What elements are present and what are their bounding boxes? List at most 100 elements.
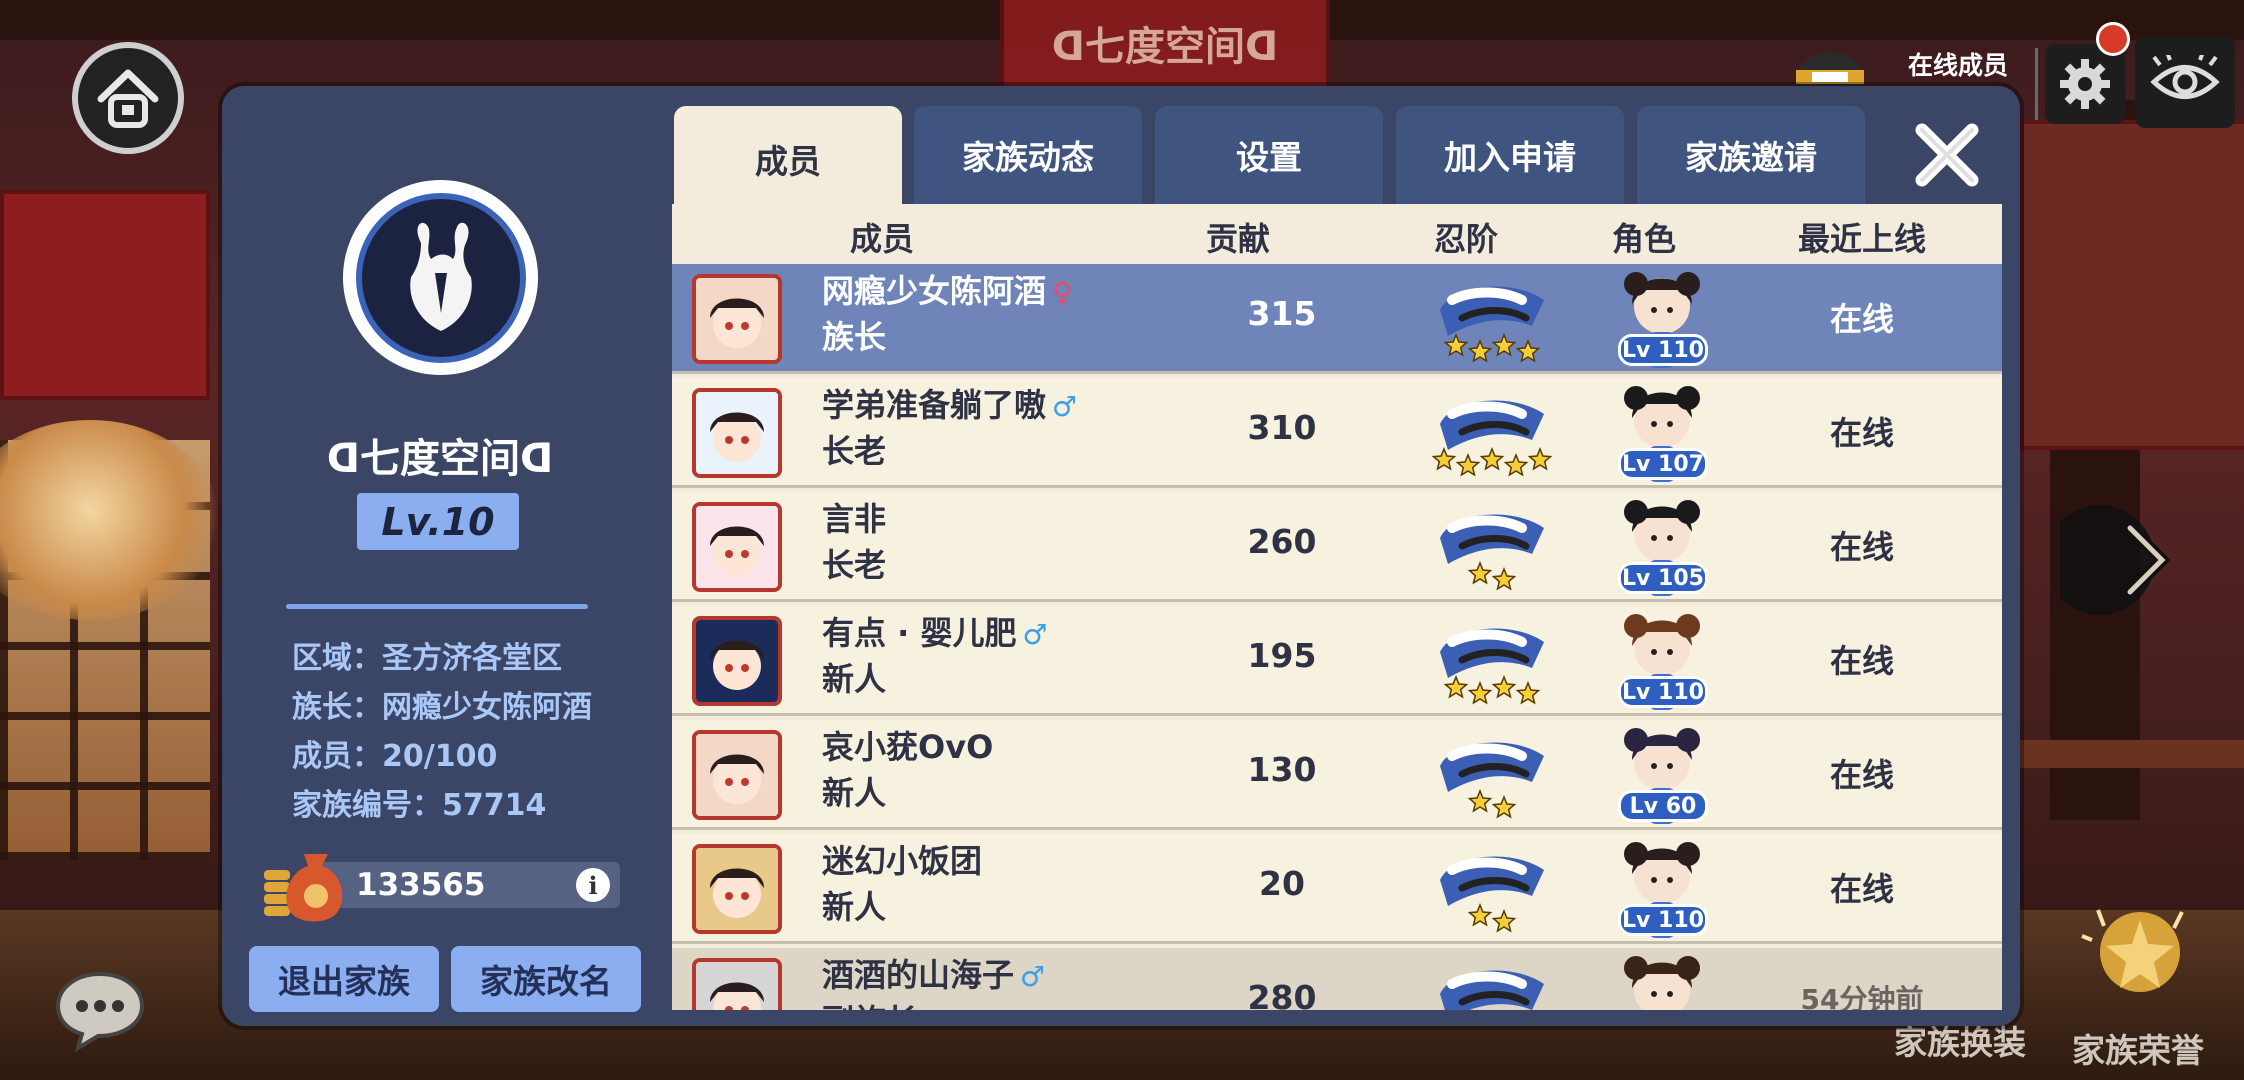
male-icon: ♂ [1022, 618, 1048, 651]
member-name: 言非 [822, 494, 886, 540]
member-contribution: 280 [1247, 978, 1317, 1010]
home-button[interactable] [72, 42, 184, 154]
member-role: 新人 [822, 888, 887, 926]
rename-clan-button[interactable]: 家族改名 [451, 946, 641, 1012]
chevron-right-icon[interactable] [2060, 500, 2180, 620]
funds-info-icon[interactable]: i [576, 868, 610, 902]
member-contribution: 260 [1247, 522, 1317, 561]
character-level-badge: Lv 110 [1618, 334, 1708, 366]
member-avatar[interactable] [692, 844, 782, 934]
rank-huanying-icon [1440, 514, 1544, 591]
member-name: 哀小莸OvO [822, 722, 993, 768]
rank-lingjie-icon [1440, 856, 1544, 933]
member-name: 酒酒的山海子 ♂ [822, 950, 1045, 996]
rank-qianmianren-icon [1431, 400, 1553, 477]
avatar-portrait-icon [696, 392, 778, 474]
avatar-portrait-icon [696, 848, 778, 930]
divider [286, 604, 588, 609]
member-online-status: 在线 [1829, 642, 1894, 680]
table-row[interactable]: 言非长老 260 Lv 105 在线 [672, 492, 2002, 602]
tab-settings[interactable]: 设置 [1155, 106, 1383, 204]
member-contribution: 310 [1247, 408, 1317, 447]
member-online-status: 在线 [1829, 756, 1894, 794]
clan-honor-label: 家族荣誉 [2072, 1031, 2204, 1070]
member-role: 副族长 [822, 996, 918, 1010]
member-contribution: 130 [1247, 750, 1317, 789]
rank-qianmianren-icon [1440, 970, 1544, 1010]
clan-funds-value: 133565 [356, 867, 486, 903]
avatar-portrait-icon [696, 620, 778, 702]
tab-members[interactable]: 成员 [674, 106, 902, 212]
avatar-portrait-icon [696, 734, 778, 816]
chat-button[interactable] [52, 968, 148, 1053]
tab-join-requests[interactable]: 加入申请 [1396, 106, 1624, 204]
column-header-character: 角色 [1612, 220, 1677, 258]
tab-clan-activity[interactable]: 家族动态 [914, 106, 1142, 204]
character-level-badge: Lv 105 [1618, 562, 1708, 594]
member-role: 族长 [822, 318, 887, 356]
clan-leader: 族长：网瘾少女陈阿酒 [292, 690, 592, 725]
member-name: 迷幻小饭团 [822, 836, 982, 882]
member-name-text: 迷幻小饭团 [822, 842, 983, 880]
table-row[interactable]: 网瘾少女陈阿酒 ♀ 族长 315 Lv 110 在线 [672, 264, 2002, 374]
clan-region: 区域：圣方济各堂区 [292, 641, 562, 676]
avatar-portrait-icon [696, 506, 778, 588]
table-row[interactable]: 有点 · 婴儿肥 ♂ 新人 195 Lv 110 在线 [672, 606, 2002, 716]
table-row[interactable]: 学弟准备躺了嗷 ♂ 长老 310 Lv 107 在线 [672, 378, 2002, 488]
house-icon [97, 69, 159, 128]
member-name-text: 学弟准备躺了嗷 [822, 386, 1047, 424]
member-name-text: 网瘾少女陈阿酒 [822, 272, 1047, 310]
member-online-status: 在线 [1829, 528, 1894, 566]
male-icon: ♂ [1052, 390, 1078, 423]
character-level-badge: Lv 110 [1618, 676, 1708, 708]
honor-trophy-icon [2081, 909, 2184, 992]
notification-dot [2096, 22, 2130, 56]
avatar-portrait-icon [696, 278, 778, 360]
column-header-member: 成员 [850, 220, 915, 258]
character-level-badge: Lv 107 [1618, 448, 1708, 480]
member-name-text: 哀小莸OvO [822, 728, 994, 766]
member-name-text: 有点 · 婴儿肥 [822, 614, 1017, 652]
settings-button[interactable] [2045, 44, 2125, 124]
online-members-label: 在线成员 [1908, 51, 2009, 80]
member-name: 有点 · 婴儿肥 ♂ [822, 608, 1048, 654]
member-role: 新人 [822, 774, 887, 812]
close-icon[interactable] [1912, 120, 1982, 190]
character-level-badge: Lv 60 [1618, 790, 1708, 822]
eye-icon [2150, 55, 2220, 99]
member-avatar[interactable] [692, 616, 782, 706]
table-row[interactable]: 迷幻小饭团 新人 20 Lv 110 在线 [672, 834, 2002, 944]
rank-qianmianren-icon [1440, 286, 1544, 363]
clan-level-badge: Lv.10 [357, 493, 519, 550]
coin-bag-icon [264, 854, 343, 922]
member-avatar[interactable] [692, 388, 782, 478]
member-avatar[interactable] [692, 730, 782, 820]
member-online-status: 在线 [1829, 870, 1894, 908]
member-online-status: 54分钟前 [1800, 983, 1924, 1010]
gear-icon [2060, 59, 2110, 109]
member-avatar[interactable] [692, 274, 782, 364]
rank-chaoren-icon [1440, 742, 1544, 819]
member-name: 网瘾少女陈阿酒 ♀ [822, 266, 1073, 312]
clan-funds-bar: 133565 [318, 862, 620, 908]
view-toggle-button[interactable] [2135, 36, 2235, 128]
table-row[interactable]: 哀小莸OvO 新人 130 Lv 60 在线 [672, 720, 2002, 830]
member-role: 长老 [822, 546, 887, 584]
tab-clan-invites[interactable]: 家族邀请 [1637, 106, 1865, 204]
hud-divider [2035, 48, 2038, 120]
rank-qianmianren-icon [1440, 628, 1544, 705]
member-contribution: 195 [1247, 636, 1317, 675]
member-name-text: 言非 [822, 500, 887, 538]
member-avatar[interactable] [692, 502, 782, 592]
female-icon: ♀ [1052, 276, 1073, 309]
column-header-rank: 忍阶 [1434, 220, 1499, 258]
table-row[interactable]: 酒酒的山海子♂副族长 280 54分钟前 [672, 948, 2002, 1010]
member-online-status: 在线 [1829, 300, 1894, 338]
clan-honor-button[interactable]: 家族荣誉 [2038, 900, 2238, 1070]
clan-name: ᗡ七度空间ᗡ [326, 436, 554, 482]
member-avatar[interactable] [692, 958, 782, 1010]
leave-clan-button[interactable]: 退出家族 [249, 946, 439, 1012]
top-banner: ᗡ七度空间ᗡ [1000, 0, 1330, 90]
clan-emblem [343, 180, 538, 375]
clan-member-count: 成员：20/100 [292, 739, 498, 774]
